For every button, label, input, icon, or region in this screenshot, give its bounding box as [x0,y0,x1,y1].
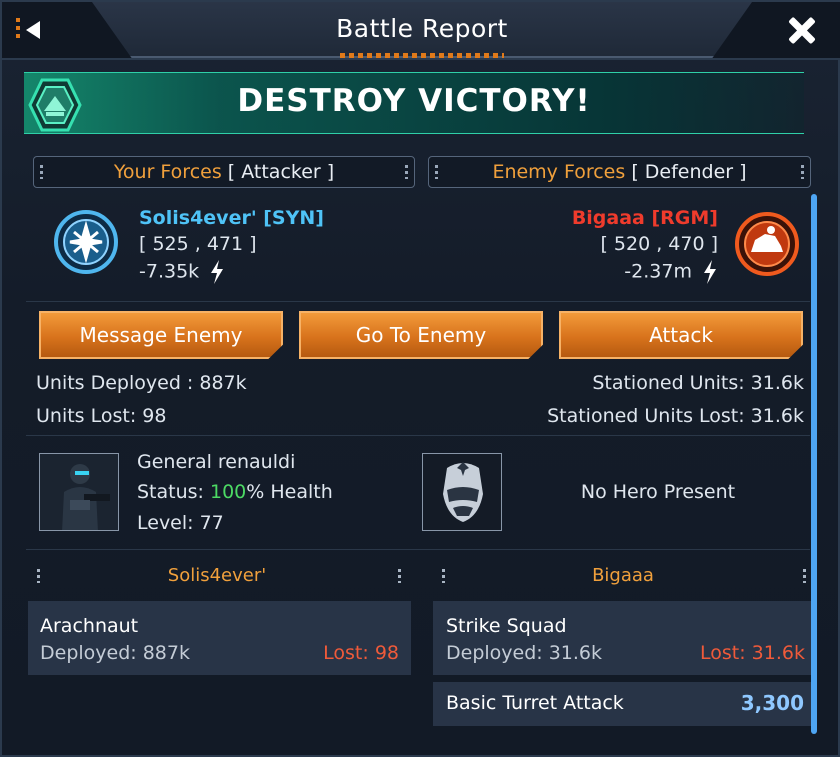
attacker-units-header: Solis4ever' [167,565,267,586]
defender-role: [ Defender ] [631,161,747,183]
header-bar: Battle Report [2,2,840,60]
lightning-bolt-icon [704,260,716,284]
enemy-hero-slot [422,453,502,531]
kebab-icon[interactable] [37,569,40,583]
hero-portrait[interactable] [39,453,119,531]
divider [26,301,810,302]
hero-health-value: 100 [210,481,247,503]
battle-report-window: Battle Report DESTROY VICTORY! Your Forc… [0,0,840,757]
attacker-forces-header: Your Forces [ Attacker ] [33,156,415,188]
header-decoration [340,53,504,58]
stationed-units: Stationed Units: 31.6k [592,372,804,394]
attacker-unit-row[interactable]: Arachnaut Deployed: 887k Lost: 98 [28,601,411,675]
attacker-player-name[interactable]: Solis4ever' [SYN] [139,207,324,229]
defender-alliance-emblem-icon[interactable] [735,212,799,276]
lightning-bolt-icon [211,260,224,284]
kebab-icon [40,165,43,179]
page-title: Battle Report [336,14,508,43]
unit-lost: Lost: 31.6k [700,642,805,664]
units-deployed: Units Deployed : 887k [36,372,247,394]
back-decoration [16,18,20,42]
defender-power-change: -2.37m [432,260,718,284]
unit-name: Strike Squad [446,615,567,637]
back-button[interactable] [16,14,50,46]
kebab-icon[interactable] [803,569,806,583]
attack-button[interactable]: Attack [559,311,803,359]
defender-unit-row[interactable]: Strike Squad Deployed: 31.6k Lost: 31.6k [433,601,811,675]
back-arrow-icon [26,21,40,39]
go-to-enemy-button[interactable]: Go To Enemy [299,311,543,359]
turret-attack-row[interactable]: Basic Turret Attack 3,300 [433,682,811,726]
scrollbar[interactable] [811,194,817,734]
attacker-power-change: -7.35k [139,260,225,284]
kebab-icon [435,165,438,179]
kebab-icon[interactable] [442,569,445,583]
defender-power-value: -2.37m [624,260,692,283]
defender-units-header: Bigaaa [592,565,654,586]
hero-status: Status: 100% Health [137,481,333,503]
hero-status-label: Status: [137,481,210,503]
defender-player-name[interactable]: Bigaaa [RGM] [432,207,718,229]
victory-title: DESTROY VICTORY! [237,83,591,119]
unit-deployed: Deployed: 31.6k [446,642,603,664]
hero-soldier-image [40,454,118,530]
unit-lost: Lost: 98 [323,642,399,664]
attacker-power-value: -7.35k [139,260,200,283]
turret-value: 3,300 [740,691,804,715]
attacker-coordinates[interactable]: [ 525 , 471 ] [139,233,257,255]
stationed-units-lost: Stationed Units Lost: 31.6k [547,405,804,427]
no-hero-text: No Hero Present [580,481,736,503]
attacker-forces-label: Your Forces [113,161,222,183]
unit-name: Arachnaut [40,615,139,637]
kebab-icon [801,165,804,179]
attacker-alliance-emblem-icon[interactable] [54,210,118,274]
kebab-icon [405,165,408,179]
defender-coordinates[interactable]: [ 520 , 470 ] [432,233,718,255]
defender-forces-header: Enemy Forces [ Defender ] [428,156,811,188]
hero-level: Level: 77 [137,512,224,534]
masked-soldier-icon [443,462,483,522]
message-enemy-button[interactable]: Message Enemy [39,311,283,359]
divider [26,549,810,550]
units-lost: Units Lost: 98 [36,405,167,427]
divider [26,435,810,436]
defender-forces-label: Enemy Forces [492,161,626,183]
close-icon[interactable] [784,12,820,48]
hero-health-suffix: % Health [246,481,333,503]
hero-name: General renauldi [137,451,296,473]
unit-deployed: Deployed: 887k [40,642,190,664]
turret-label: Basic Turret Attack [446,692,624,714]
kebab-icon[interactable] [398,569,401,583]
victory-emblem-icon [28,78,82,132]
victory-banner: DESTROY VICTORY! [24,72,804,134]
attacker-role: [ Attacker ] [227,161,335,183]
